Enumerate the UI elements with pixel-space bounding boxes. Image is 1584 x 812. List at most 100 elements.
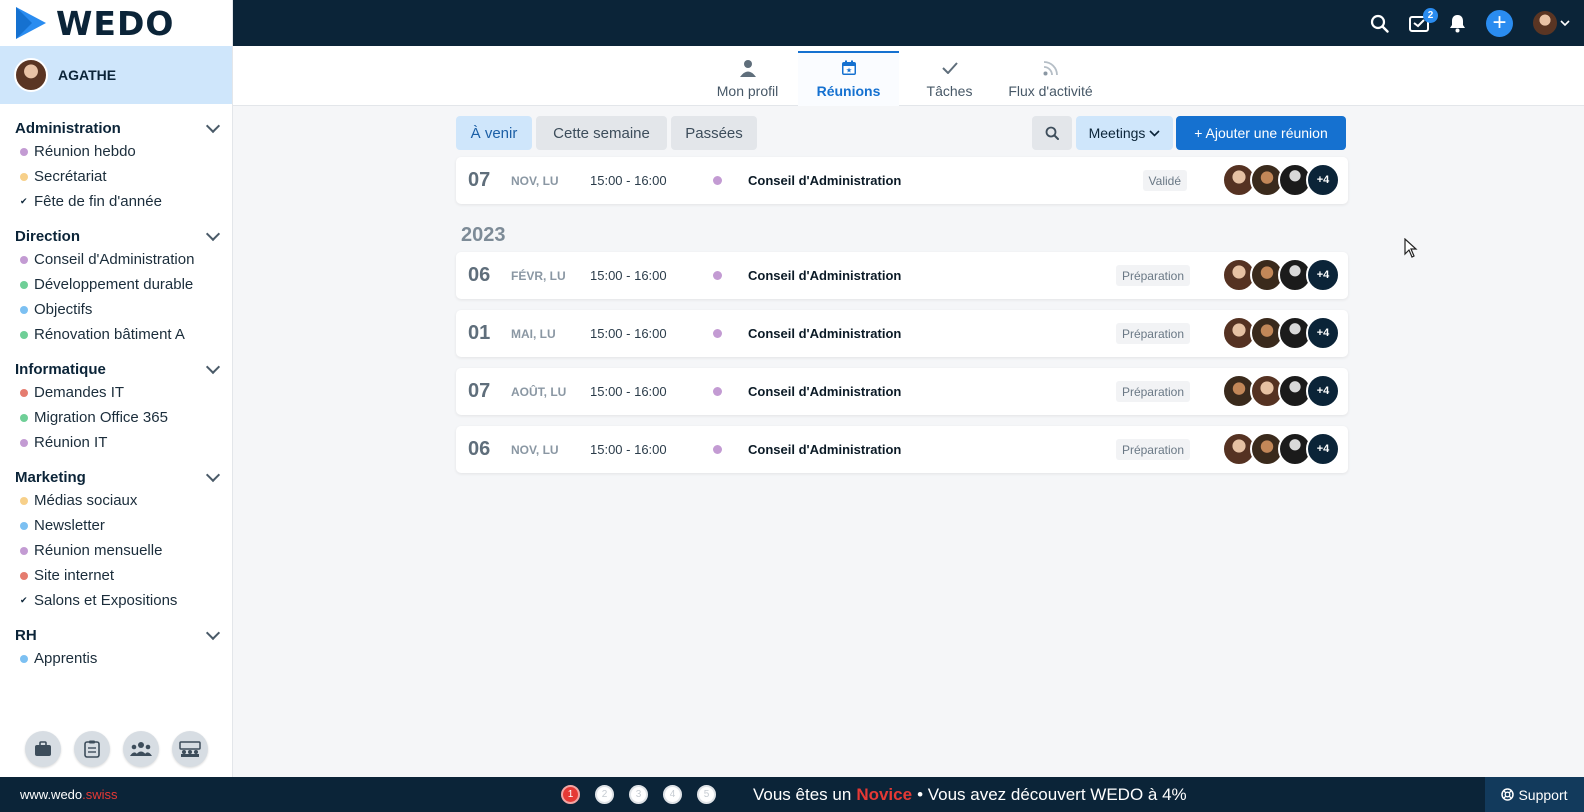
tasks-button[interactable]: 2: [1409, 8, 1438, 32]
meeting-row[interactable]: 06 FÉVR, LU 15:00 - 16:00 Conseil d'Adminis…: [456, 252, 1348, 299]
sidebar-item[interactable]: Conseil d'Administration: [0, 247, 232, 272]
tab-label: Tâches: [926, 83, 973, 99]
sidebar-group-header[interactable]: Direction: [0, 220, 232, 247]
sidebar-item-label: Newsletter: [34, 517, 105, 534]
team-button[interactable]: [123, 731, 159, 767]
sidebar-group: Marketing Médias sociaux Newsletter Réunion…: [0, 461, 232, 613]
chevron-down-icon[interactable]: [205, 467, 221, 483]
add-button[interactable]: +: [1486, 9, 1513, 37]
msg-before: Vous êtes un: [753, 784, 852, 804]
sidebar-item[interactable]: Réunion hebdo: [0, 139, 232, 164]
sidebar-item[interactable]: Migration Office 365: [0, 405, 232, 430]
color-dot: [20, 413, 28, 422]
user-avatar: [14, 58, 48, 92]
tab-label: Réunions: [816, 83, 881, 99]
sidebar-item[interactable]: Objectifs: [0, 297, 232, 322]
sidebar-group-header[interactable]: Marketing: [0, 461, 232, 488]
tab-rss[interactable]: Flux d'activité: [1000, 51, 1101, 106]
sidebar-item[interactable]: Site internet: [0, 563, 232, 588]
meeting-title[interactable]: Conseil d'Administration: [748, 252, 901, 299]
url-main: www.wedo: [20, 787, 83, 802]
meeting-date: AOÛT, LU: [511, 384, 567, 399]
meeting-row[interactable]: 01 MAI, LU 15:00 - 16:00 Conseil d'Administ…: [456, 310, 1348, 357]
sidebar-item[interactable]: ✔ Salons et Expositions: [0, 588, 232, 613]
sidebar-item[interactable]: Médias sociaux: [0, 488, 232, 513]
color-dot: [20, 147, 28, 156]
meeting-status-badge: Préparation: [1115, 439, 1190, 460]
meeting-room-button[interactable]: [172, 731, 208, 767]
progress-step[interactable]: 4: [663, 785, 682, 804]
sidebar-item[interactable]: Demandes IT: [0, 380, 232, 405]
wedo-logo[interactable]: WEDO: [0, 0, 232, 46]
color-dot: [20, 330, 28, 339]
meeting-row[interactable]: 07 AOÛT, LU 15:00 - 16:00 Conseil d'Adminis…: [456, 368, 1348, 415]
briefcase-button[interactable]: [25, 731, 61, 767]
current-user[interactable]: AGATHE: [0, 46, 232, 104]
support-button[interactable]: Support: [1485, 777, 1584, 812]
sidebar-group: RH Apprentis: [0, 619, 232, 671]
progress-step[interactable]: 3: [629, 785, 648, 804]
sidebar-item[interactable]: Rénovation bâtiment A: [0, 322, 232, 347]
meeting-row[interactable]: 07 NOV, LU 15:00 - 16:00 Conseil d'Administ…: [456, 157, 1348, 204]
participants[interactable]: +4: [1222, 258, 1340, 292]
tasks-badge: 2: [1423, 8, 1438, 23]
search-meetings-button[interactable]: [1032, 116, 1072, 150]
progress-step[interactable]: 2: [595, 785, 614, 804]
tab-label: Mon profil: [716, 83, 779, 99]
checklist-button[interactable]: [74, 731, 110, 767]
meeting-day: 06: [468, 438, 491, 460]
sidebar-item[interactable]: Réunion mensuelle: [0, 538, 232, 563]
meeting-title[interactable]: Conseil d'Administration: [748, 426, 901, 473]
progress-step[interactable]: 5: [697, 785, 716, 804]
meeting-title[interactable]: Conseil d'Administration: [748, 157, 901, 204]
tab-calendar[interactable]: ★ Réunions: [798, 51, 899, 106]
calendar-icon: ★: [841, 57, 857, 79]
rss-icon: [1043, 57, 1058, 79]
website-link[interactable]: www.wedo .swiss: [20, 777, 118, 812]
year-heading: 2023: [461, 224, 506, 246]
sidebar: WEDO AGATHE Administration Réunion hebdo S…: [0, 0, 233, 777]
sidebar-item[interactable]: ✔ Fête de fin d'année: [0, 189, 232, 214]
progress-step[interactable]: 1: [561, 785, 580, 804]
participants[interactable]: +4: [1222, 374, 1340, 408]
user-menu[interactable]: [1533, 11, 1570, 35]
color-dot: [20, 438, 28, 447]
sidebar-item-label: Médias sociaux: [34, 492, 138, 509]
participants[interactable]: +4: [1222, 316, 1340, 350]
filter-upcoming[interactable]: À venir: [456, 116, 532, 150]
meeting-title[interactable]: Conseil d'Administration: [748, 310, 901, 357]
sidebar-item[interactable]: Secrétariat: [0, 164, 232, 189]
sidebar-group-header[interactable]: RH: [0, 619, 232, 646]
meeting-row[interactable]: 06 NOV, LU 15:00 - 16:00 Conseil d'Administ…: [456, 426, 1348, 473]
sidebar-group-title: Informatique: [15, 361, 106, 378]
progress-message: Vous êtes un Novice • Vous avez découver…: [753, 777, 1187, 812]
user-icon: [739, 57, 756, 79]
sidebar-group-header[interactable]: Administration: [0, 112, 232, 139]
meeting-day: 07: [468, 380, 491, 402]
search-icon[interactable]: [1370, 14, 1389, 33]
chevron-down-icon[interactable]: [205, 118, 221, 134]
filter-past[interactable]: Passées: [671, 116, 757, 150]
sidebar-group-header[interactable]: Informatique: [0, 353, 232, 380]
add-meeting-button[interactable]: + Ajouter une réunion: [1176, 116, 1346, 150]
participants[interactable]: +4: [1222, 163, 1340, 197]
people-icon: [130, 742, 152, 756]
tab-check[interactable]: Tâches: [899, 51, 1000, 106]
chevron-down-icon[interactable]: [205, 359, 221, 375]
sidebar-item[interactable]: Apprentis: [0, 646, 232, 671]
participants[interactable]: +4: [1222, 432, 1340, 466]
tab-user[interactable]: Mon profil: [697, 51, 798, 106]
meeting-title[interactable]: Conseil d'Administration: [748, 368, 901, 415]
view-dropdown[interactable]: Meetings: [1076, 116, 1173, 150]
filter-this-week[interactable]: Cette semaine: [536, 116, 667, 150]
meeting-status-badge: Préparation: [1115, 381, 1190, 402]
meeting-date: FÉVR, LU: [511, 268, 566, 283]
chevron-down-icon[interactable]: [205, 226, 221, 242]
lifebuoy-icon: [1501, 788, 1515, 801]
bell-icon[interactable]: [1449, 14, 1466, 33]
sidebar-item[interactable]: Newsletter: [0, 513, 232, 538]
sidebar-item[interactable]: Développement durable: [0, 272, 232, 297]
sidebar-item[interactable]: Réunion IT: [0, 430, 232, 455]
chevron-down-icon[interactable]: [205, 625, 221, 641]
level-label: Novice: [856, 784, 913, 804]
